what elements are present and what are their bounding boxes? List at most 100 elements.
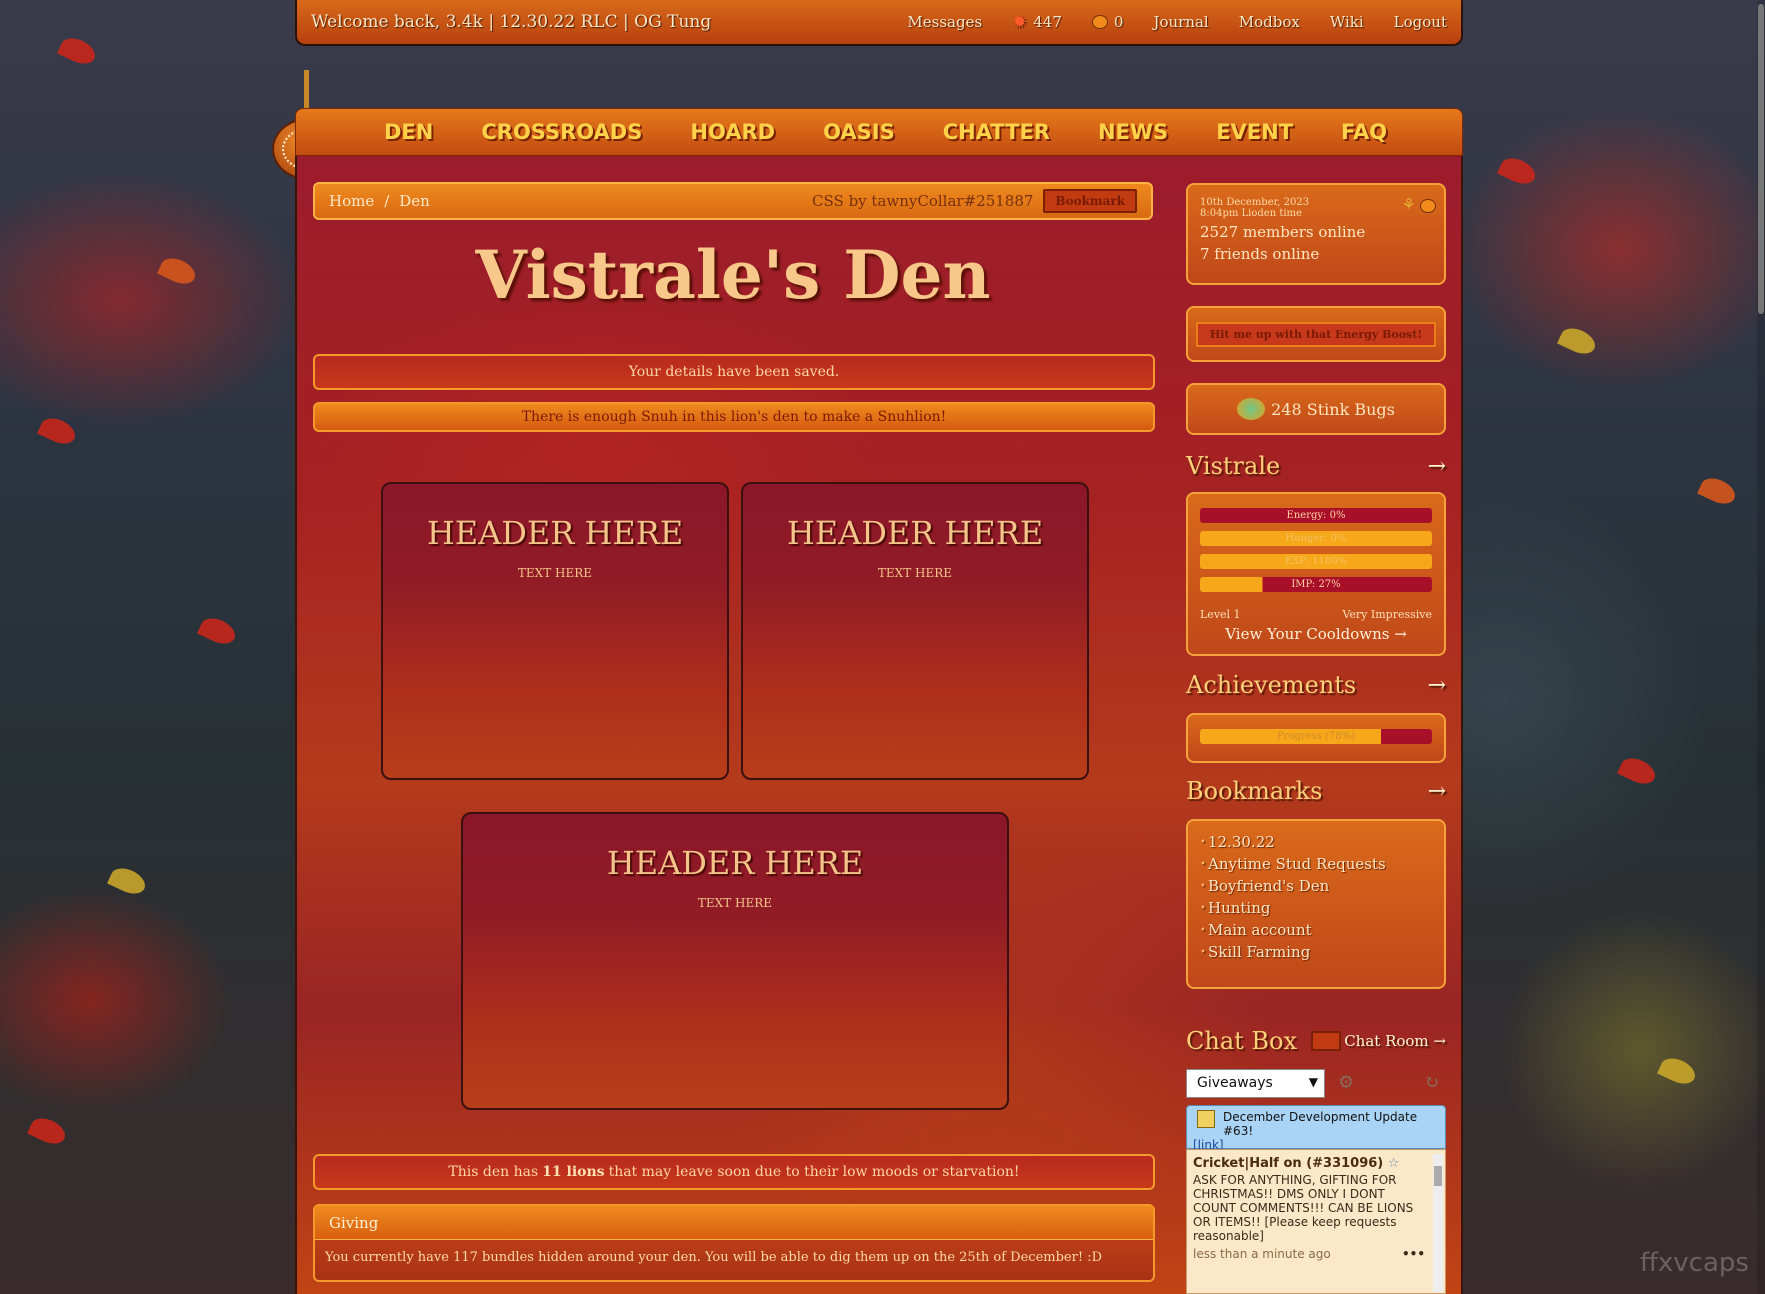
leaf-decoration bbox=[1697, 473, 1739, 509]
den-box-header: HEADER HERE bbox=[426, 514, 684, 552]
chat-username[interactable]: Cricket|Half on (#331096) bbox=[1193, 1156, 1383, 1171]
bookmark-item[interactable]: 12.30.22 bbox=[1188, 831, 1444, 853]
friends-online[interactable]: 7 friends online bbox=[1200, 245, 1432, 263]
bookmarks-title[interactable]: Bookmarks bbox=[1186, 777, 1322, 805]
leaf-decoration bbox=[197, 613, 239, 649]
chat-title: Chat Box bbox=[1186, 1027, 1298, 1055]
leaf-decoration bbox=[1557, 323, 1599, 359]
nav-event[interactable]: EVENT bbox=[1216, 120, 1293, 144]
den-box-text: TEXT HERE bbox=[697, 896, 773, 910]
bookmark-item[interactable]: Anytime Stud Requests bbox=[1188, 853, 1444, 875]
chat-room-link[interactable]: Chat Room → bbox=[1344, 1032, 1446, 1050]
bookmarks-panel: 12.30.22 Anytime Stud Requests Boyfriend… bbox=[1186, 819, 1446, 989]
watermark: ffxvcaps bbox=[1640, 1248, 1749, 1278]
lion-arrow-icon[interactable]: → bbox=[1428, 454, 1446, 479]
logout-link[interactable]: Logout bbox=[1394, 13, 1447, 31]
members-online[interactable]: 2527 members online bbox=[1200, 223, 1432, 241]
chat-message-text: ASK FOR ANYTHING, GIFTING FOR CHRISTMAS!… bbox=[1193, 1173, 1414, 1243]
star-icon[interactable]: ☆ bbox=[1388, 1156, 1400, 1171]
view-cooldowns-link[interactable]: View Your Cooldowns → bbox=[1188, 625, 1444, 643]
journal-link[interactable]: Journal bbox=[1153, 13, 1208, 31]
stink-bug-icon bbox=[1237, 398, 1266, 420]
energy-boost-button[interactable]: Hit me up with that Energy Boost! bbox=[1195, 321, 1437, 347]
pumpkin-icon[interactable] bbox=[1420, 199, 1436, 213]
den-box: HEADER HERE TEXT HERE bbox=[461, 812, 1009, 1110]
bookmark-item[interactable]: Boyfriend's Den bbox=[1188, 875, 1444, 897]
page-scrollbar[interactable] bbox=[1757, 0, 1765, 1294]
status-date: 10th December, 2023 bbox=[1200, 197, 1310, 208]
leave-warning-notice: This den has 11 lions that may leave soo… bbox=[313, 1154, 1155, 1190]
chat-announcement: December Development Update #63! [link] bbox=[1186, 1105, 1446, 1152]
breadcrumb-home[interactable]: Home bbox=[329, 192, 374, 210]
css-credit[interactable]: CSS by tawnyCollar#251887 bbox=[812, 192, 1033, 210]
currency-maple[interactable]: ✹ 447 bbox=[1012, 12, 1062, 33]
breadcrumb: Home / Den CSS by tawnyCollar#251887 Boo… bbox=[313, 182, 1153, 220]
page-title: Vistrale's Den bbox=[475, 236, 991, 314]
giving-title: Giving bbox=[315, 1206, 1153, 1240]
refresh-icon[interactable]: ↻ bbox=[1424, 1072, 1439, 1093]
achievements-arrow-icon[interactable]: → bbox=[1428, 673, 1446, 698]
achievements-progress-bar: Progress (78%) bbox=[1200, 729, 1432, 744]
chat-message: Cricket|Half on (#331096) ☆ ASK FOR ANYT… bbox=[1186, 1149, 1446, 1294]
chat-toggle-button[interactable] bbox=[1311, 1031, 1342, 1051]
gear-icon[interactable]: ⚙ bbox=[1338, 1072, 1354, 1093]
achievements-title[interactable]: Achievements bbox=[1186, 671, 1356, 699]
currency-pumpkin-count: 0 bbox=[1113, 13, 1124, 31]
chat-channel-select[interactable]: Giveaways ▼ bbox=[1186, 1069, 1325, 1098]
modbox-link[interactable]: Modbox bbox=[1239, 13, 1300, 31]
leave-warning-pre: This den has bbox=[448, 1164, 539, 1180]
tree-icon[interactable]: ⚘ bbox=[1402, 195, 1416, 214]
currency-maple-count: 447 bbox=[1033, 13, 1062, 31]
lion-stats-panel: Energy: 0% Hunger: 0% EXP: 1180% IMP: 27… bbox=[1186, 492, 1446, 656]
den-box: HEADER HERE TEXT HERE bbox=[741, 482, 1089, 780]
welcome-text: Welcome back, 3.4k | 12.30.22 RLC | OG T… bbox=[311, 12, 712, 32]
imp-bar: IMP: 27% bbox=[1200, 577, 1432, 592]
leave-warning-count[interactable]: 11 lions bbox=[542, 1164, 604, 1180]
nav-chatter[interactable]: CHATTER bbox=[943, 120, 1050, 144]
leaf-decoration bbox=[27, 1113, 69, 1149]
giving-panel: Giving You currently have 117 bundles hi… bbox=[313, 1204, 1155, 1282]
breadcrumb-den[interactable]: Den bbox=[399, 192, 430, 210]
leaf-decoration bbox=[57, 33, 99, 69]
chat-header: Chat Box Chat Room → bbox=[1186, 1027, 1446, 1055]
currency-pumpkin[interactable]: 0 bbox=[1091, 13, 1124, 31]
news-icon bbox=[1197, 1110, 1215, 1128]
leaf-decoration bbox=[1497, 153, 1539, 189]
pumpkin-icon bbox=[1091, 15, 1108, 29]
nav-oasis[interactable]: OASIS bbox=[823, 120, 895, 144]
energy-bar: Energy: 0% bbox=[1200, 508, 1432, 523]
exp-bar: EXP: 1180% bbox=[1200, 554, 1432, 569]
nav-faq[interactable]: FAQ bbox=[1341, 120, 1387, 144]
hunger-bar: Hunger: 0% bbox=[1200, 531, 1432, 546]
nav-news[interactable]: NEWS bbox=[1098, 120, 1168, 144]
chevron-down-icon: ▼ bbox=[1308, 1075, 1318, 1089]
nav-crossroads[interactable]: CROSSROADS bbox=[481, 120, 642, 144]
main-nav: DEN CROSSROADS HOARD OASIS CHATTER NEWS … bbox=[295, 108, 1463, 156]
nav-hoard[interactable]: HOARD bbox=[690, 120, 775, 144]
bookmark-button[interactable]: Bookmark bbox=[1043, 189, 1137, 213]
status-time: 8:04pm Lioden time bbox=[1200, 208, 1302, 219]
lion-impressive: Very Impressive bbox=[1342, 608, 1432, 621]
chat-scrollbar[interactable] bbox=[1433, 1154, 1443, 1292]
den-box-text: TEXT HERE bbox=[517, 566, 593, 580]
den-box-text: TEXT HERE bbox=[877, 566, 953, 580]
bookmark-item[interactable]: Hunting bbox=[1188, 897, 1444, 919]
more-options-icon[interactable]: ••• bbox=[1402, 1247, 1425, 1261]
bookmarks-arrow-icon[interactable]: → bbox=[1428, 779, 1446, 804]
stink-bugs-count[interactable]: 248 Stink Bugs bbox=[1271, 400, 1395, 419]
giving-text: You currently have 117 bundles hidden ar… bbox=[325, 1250, 1102, 1265]
messages-link[interactable]: Messages bbox=[907, 13, 982, 31]
snuh-notice: There is enough Snuh in this lion's den … bbox=[313, 402, 1155, 432]
nav-den[interactable]: DEN bbox=[384, 120, 433, 144]
bookmarks-header: Bookmarks → bbox=[1186, 777, 1446, 805]
bookmark-item[interactable]: Main account bbox=[1188, 919, 1444, 941]
lion-name[interactable]: Vistrale bbox=[1186, 452, 1280, 480]
wiki-link[interactable]: Wiki bbox=[1330, 13, 1364, 31]
status-panel: 10th December, 2023 8:04pm Lioden time 2… bbox=[1186, 183, 1446, 285]
bookmark-item[interactable]: Skill Farming bbox=[1188, 941, 1444, 963]
breadcrumb-separator: / bbox=[384, 192, 390, 210]
den-box-header: HEADER HERE bbox=[786, 514, 1044, 552]
achievements-header: Achievements → bbox=[1186, 671, 1446, 699]
top-bar: Welcome back, 3.4k | 12.30.22 RLC | OG T… bbox=[295, 0, 1463, 46]
energy-boost-panel: Hit me up with that Energy Boost! bbox=[1186, 306, 1446, 362]
